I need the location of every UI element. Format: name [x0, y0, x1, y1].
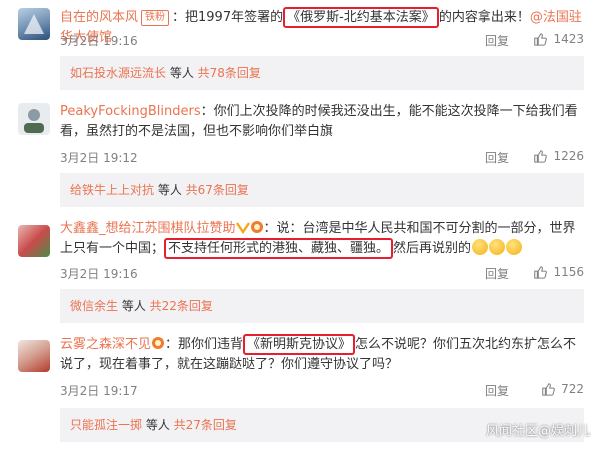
comment-list: 自在的风本风 铁粉 ：把1997年签署的 《俄罗斯-北约基本法案》 的内容拿出来！@法国… [0, 0, 602, 451]
comment-time: 3月2日 19:17 [60, 384, 138, 398]
commenter-name[interactable]: 云雾之森深不见 [60, 337, 151, 352]
avatar[interactable] [18, 103, 50, 135]
avatar[interactable] [18, 8, 50, 40]
like-button[interactable]: 1226 [533, 149, 584, 163]
reply-author[interactable]: 给铁牛上上对抗 [70, 183, 154, 197]
highlighted-text: 《新明斯克协议》 [243, 334, 356, 355]
medal-icon [152, 337, 165, 349]
reply-button[interactable]: 回复 [485, 149, 509, 166]
avatar[interactable] [18, 225, 50, 257]
highlighted-text: 不支持任何形式的港独、藏独、疆独。 [164, 238, 394, 259]
reply-author[interactable]: 如石投水源远流长 [70, 66, 166, 80]
thumbs-up-icon [542, 383, 555, 396]
reply-count-link[interactable]: 共27条回复 [174, 418, 237, 432]
reply-others: 等人 [118, 299, 150, 313]
emoji-icon [506, 239, 523, 255]
highlighted-text: 《俄罗斯-北约基本法案》 [283, 7, 439, 28]
reply-others: 等人 [142, 418, 174, 432]
commenter-name[interactable]: 大鑫鑫_想给江苏围棋队拉赞助 [60, 221, 236, 236]
replies-bar[interactable]: 给铁牛上上对抗 等人 共67条回复 [60, 173, 584, 207]
avatar[interactable] [18, 340, 50, 372]
like-count: 722 [561, 382, 584, 396]
reply-author[interactable]: 只能孤注一掷 [70, 418, 142, 432]
replies-bar[interactable]: 如石投水源远流长 等人 共78条回复 [60, 56, 584, 90]
reply-author[interactable]: 微信余生 [70, 299, 118, 313]
thumbs-up-icon [534, 266, 548, 279]
reply-button[interactable]: 回复 [485, 265, 509, 282]
comment-text: 然后再说别的 [393, 241, 472, 256]
commenter-name[interactable]: PeakyFockingBlinders [60, 104, 201, 119]
watermark: 风闻社区@娱刺儿 [485, 424, 590, 439]
thumbs-up-icon [534, 150, 548, 163]
like-button[interactable]: 1423 [533, 32, 584, 46]
medal-icon [250, 221, 263, 233]
reply-others: 等人 [166, 66, 198, 80]
reply-button[interactable]: 回复 [485, 382, 509, 399]
comment-time: 3月2日 19:16 [60, 267, 138, 281]
thumbs-up-icon [534, 33, 548, 46]
like-count: 1156 [553, 265, 584, 279]
comment-text: ：那你们违背 [165, 337, 244, 352]
reply-count-link[interactable]: 共78条回复 [198, 66, 261, 80]
emoji-icon [472, 239, 489, 255]
replies-bar[interactable]: 微信余生 等人 共22条回复 [60, 289, 584, 323]
emoji-icon [489, 239, 506, 255]
comment-text: 的内容拿出来！ [438, 10, 530, 25]
like-count: 1423 [553, 32, 584, 46]
reply-button[interactable]: 回复 [485, 32, 509, 49]
comment-time: 3月2日 19:16 [60, 34, 138, 48]
like-button[interactable]: 722 [541, 382, 584, 396]
like-count: 1226 [553, 149, 584, 163]
reply-count-link[interactable]: 共22条回复 [150, 299, 213, 313]
vip-icon [235, 222, 250, 234]
comment-time: 3月2日 19:12 [60, 151, 138, 165]
reply-count-link[interactable]: 共67条回复 [186, 183, 249, 197]
fan-badge: 铁粉 [141, 10, 170, 26]
commenter-name[interactable]: 自在的风本风 [60, 10, 138, 25]
reply-others: 等人 [154, 183, 186, 197]
comment-text: ：把1997年签署的 [172, 10, 284, 25]
like-button[interactable]: 1156 [533, 265, 584, 279]
